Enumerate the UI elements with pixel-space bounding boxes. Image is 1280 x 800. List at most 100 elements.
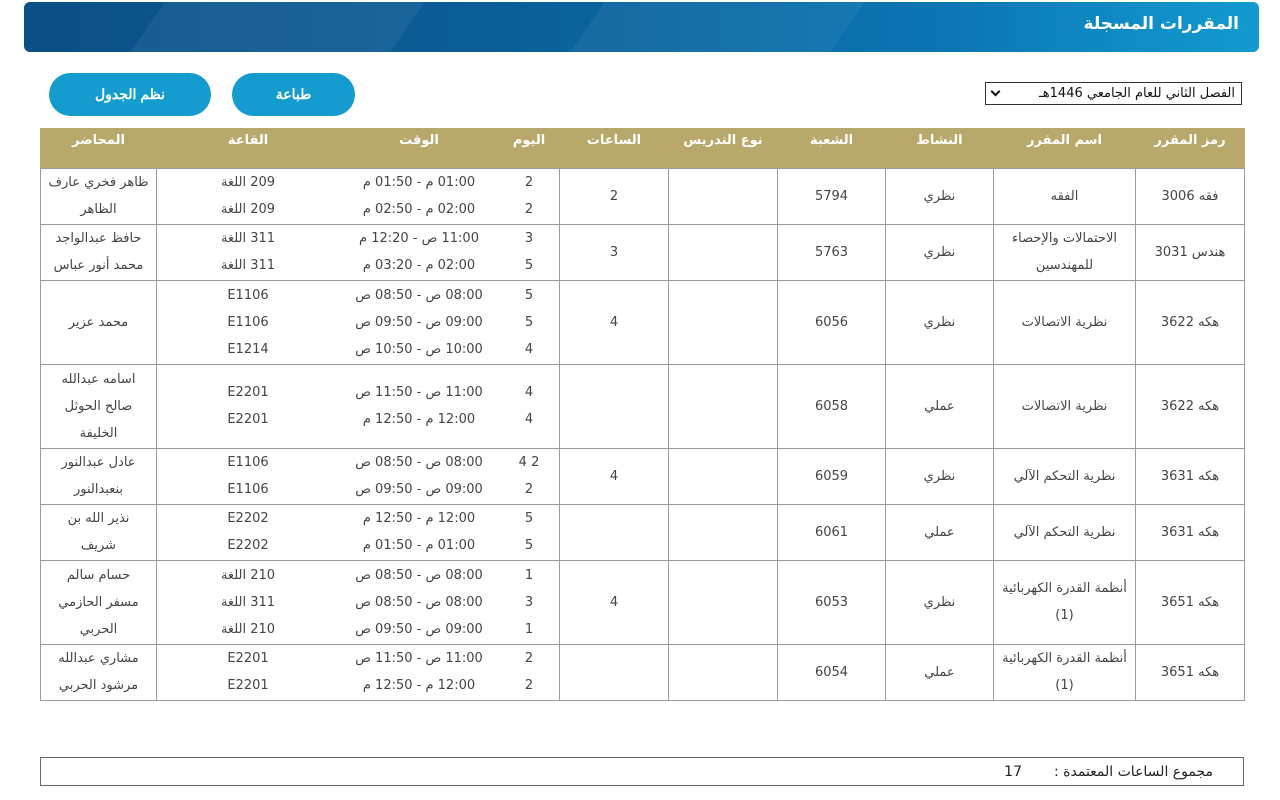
cell-teaching — [668, 643, 778, 701]
session-room: E1106 — [227, 482, 269, 497]
session-time: 02:00 م - 03:20 م — [362, 258, 476, 273]
lecturer-line: الخليفة — [79, 425, 118, 441]
lecturer-line: محمد عزير — [68, 314, 129, 330]
cell-code: هكه 3622 — [1135, 363, 1245, 449]
session-room: E2201 — [227, 651, 269, 666]
lecturer-line: ظاهر فخري عارف — [48, 175, 149, 190]
session-day: 5 — [524, 511, 534, 526]
header-code: رمز المقرر — [1135, 128, 1245, 168]
lecturer-line: عادل عبدالنور — [61, 455, 136, 470]
cell-name: الاحتمالات والإحصاء للمهندسين — [993, 223, 1136, 281]
header-room: القاعة — [227, 133, 269, 148]
cell-hours — [559, 503, 669, 561]
session-time: 12:00 م - 12:50 م — [362, 511, 476, 526]
session-day: 5 — [524, 538, 534, 553]
header-name: اسم المقرر — [993, 128, 1136, 168]
cell-lecturer: ظاهر فخري عارف الظاهر — [40, 167, 157, 225]
cell-code: فقه 3006 — [1135, 167, 1245, 225]
session-time: 01:00 م - 01:50 م — [362, 538, 476, 553]
session-room: 311 اللغة — [220, 258, 276, 273]
header-section: الشعبة — [777, 128, 886, 168]
session-line: 1 09:00 ص - 09:50 ص 210 اللغة — [157, 616, 559, 643]
term-select[interactable]: الفصل الثاني للعام الجامعي 1446هـ — [985, 82, 1242, 105]
cell-lecturer: حافظ عبدالواجد محمد أنور عباس — [40, 223, 157, 281]
table-row: هكه 3622 نظرية الاتصالات نظري 6056 4 5 08:00 ص… — [40, 279, 1245, 365]
cell-activity: نظري — [885, 447, 994, 505]
session-time: 09:00 ص - 09:50 ص — [355, 482, 483, 497]
session-day: 5 — [524, 314, 534, 330]
session-line: 2 4 08:00 ص - 08:50 ص E1106 — [157, 449, 559, 476]
lecturer-line: الحربي — [79, 621, 118, 637]
session-time: 11:00 ص - 12:20 م — [359, 231, 479, 246]
total-credit-hours: مجموع الساعات المعتمدة : 17 — [40, 757, 1244, 786]
session-line: 4 11:00 ص - 11:50 ص E2201 — [157, 379, 559, 406]
session-day: 2 — [524, 175, 534, 190]
cell-section: 6053 — [777, 559, 886, 645]
cell-lecturer: محمد عزير — [40, 279, 157, 365]
cell-schedule: 3 11:00 ص - 12:20 م 311 اللغة 5 02:00 م - 03… — [156, 223, 560, 281]
lecturer-line: حافظ عبدالواجد — [55, 231, 142, 246]
session-room: E2202 — [227, 538, 269, 553]
session-time: 08:00 ص - 08:50 ص — [355, 287, 483, 303]
session-day: 5 — [524, 258, 534, 273]
cell-hours: 4 — [559, 559, 669, 645]
cell-name: أنظمة القدرة الكهربائية (1) — [993, 559, 1136, 645]
session-day: 2 — [524, 482, 534, 497]
header-bar: المقررات المسجلة — [24, 2, 1259, 52]
session-day: 2 4 — [518, 455, 540, 470]
cell-lecturer: نذير الله بن شريف — [40, 503, 157, 561]
session-time: 12:00 م - 12:50 م — [362, 678, 476, 693]
cell-name: نظرية التحكم الآلي — [993, 503, 1136, 561]
session-room: E1214 — [227, 341, 269, 357]
cell-lecturer: حسام سالم مسفر الحازمي الحربي — [40, 559, 157, 645]
session-day: 1 — [524, 567, 534, 583]
cell-hours — [559, 643, 669, 701]
session-line: 5 09:00 ص - 09:50 ص E1106 — [157, 309, 559, 336]
lecturer-line: حسام سالم — [66, 567, 131, 583]
cell-hours — [559, 363, 669, 449]
cell-teaching — [668, 223, 778, 281]
cell-activity: عملي — [885, 503, 994, 561]
session-room: E2201 — [227, 678, 269, 693]
session-room: E1106 — [227, 455, 269, 470]
cell-code: هندس 3031 — [1135, 223, 1245, 281]
session-line: 2 12:00 م - 12:50 م E2201 — [157, 672, 559, 699]
session-line: 5 12:00 م - 12:50 م E2202 — [157, 505, 559, 532]
cell-name: نظرية الاتصالات — [993, 363, 1136, 449]
print-button[interactable]: طباعة — [232, 73, 355, 116]
cell-section: 6056 — [777, 279, 886, 365]
cell-code: هكه 3651 — [1135, 559, 1245, 645]
lecturer-line: بنعبدالنور — [73, 482, 124, 497]
cell-name: أنظمة القدرة الكهربائية (1) — [993, 643, 1136, 701]
cell-lecturer: عادل عبدالنور بنعبدالنور — [40, 447, 157, 505]
term-select-value: الفصل الثاني للعام الجامعي 1446هـ — [1038, 86, 1235, 101]
lecturer-line: نذير الله بن — [67, 511, 130, 526]
session-room: 210 اللغة — [220, 567, 276, 583]
cell-hours: 4 — [559, 279, 669, 365]
session-day: 4 — [524, 341, 534, 357]
cell-section: 6061 — [777, 503, 886, 561]
session-line: 4 12:00 م - 12:50 م E2201 — [157, 406, 559, 433]
session-line: 5 01:00 م - 01:50 م E2202 — [157, 532, 559, 559]
cell-schedule: 2 11:00 ص - 11:50 ص E2201 2 12:00 م - 12:50 … — [156, 643, 560, 701]
session-room: E2202 — [227, 511, 269, 526]
cell-schedule: 4 11:00 ص - 11:50 ص E2201 4 12:00 م - 12:50 … — [156, 363, 560, 449]
chevron-down-icon — [990, 86, 1001, 97]
organize-schedule-button[interactable]: نظم الجدول — [49, 73, 211, 116]
session-room: 209 اللغة — [220, 202, 276, 217]
lecturer-line: الظاهر — [80, 202, 117, 217]
session-time: 08:00 ص - 08:50 ص — [355, 455, 483, 470]
session-room: 311 اللغة — [220, 594, 276, 610]
total-value: 17 — [1004, 763, 1022, 780]
header-hours: الساعات — [559, 128, 669, 168]
cell-teaching — [668, 363, 778, 449]
session-day: 2 — [524, 202, 534, 217]
cell-activity: عملي — [885, 643, 994, 701]
session-time: 09:00 ص - 09:50 ص — [355, 621, 483, 637]
session-room: 210 اللغة — [220, 621, 276, 637]
cell-section: 6058 — [777, 363, 886, 449]
session-line: 4 10:00 ص - 10:50 ص E1214 — [157, 336, 559, 363]
session-line: 2 01:00 م - 01:50 م 209 اللغة — [157, 169, 559, 196]
session-time: 08:00 ص - 08:50 ص — [355, 594, 483, 610]
cell-schedule: 1 08:00 ص - 08:50 ص 210 اللغة 3 08:00 ص - 08… — [156, 559, 560, 645]
